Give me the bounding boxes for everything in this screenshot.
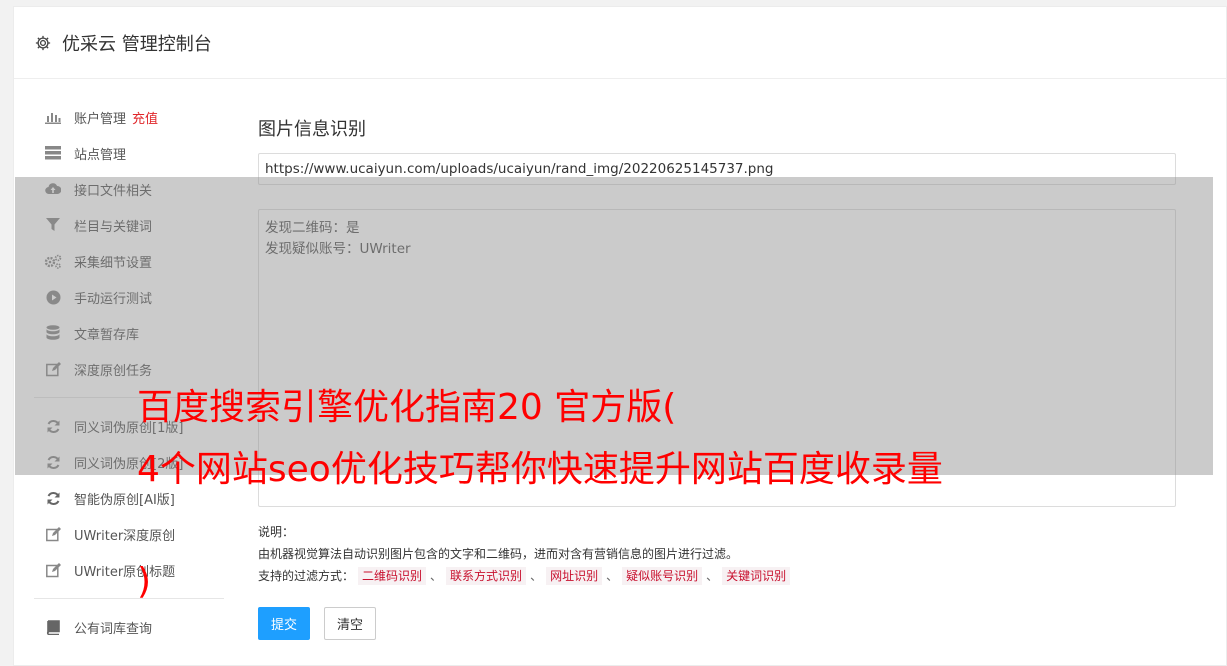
banner-line-2: 4个网站seo优化技巧帮你快速提升网站百度收录量 [137, 449, 943, 490]
section-title: 图片信息识别 [258, 119, 366, 140]
notes: 说明： 由机器视觉算法自动识别图片包含的文字和二维码，进而对含有营销信息的图片进… [258, 521, 1178, 587]
banner-line-3: ) [137, 561, 152, 602]
filter-tag-contact: 联系方式识别 [446, 567, 527, 585]
sidebar-item-account[interactable]: 账户管理 充值 [14, 99, 224, 135]
sidebar-divider [34, 598, 224, 599]
recharge-link[interactable]: 充值 [132, 108, 158, 127]
separator: 、 [530, 569, 543, 583]
filter-prefix: 支持的过滤方式： [258, 569, 355, 583]
header: 优采云 管理控制台 [14, 7, 1226, 79]
sidebar-item-public-lexicon[interactable]: 公有词库查询 [14, 609, 224, 645]
separator: 、 [606, 569, 619, 583]
sidebar-item-label: 公有词库查询 [74, 621, 153, 637]
submit-button[interactable]: 提交 [258, 607, 311, 640]
sidebar-item-label: 站点管理 [74, 147, 127, 163]
notes-description: 由机器视觉算法自动识别图片包含的文字和二维码，进而对含有营销信息的图片进行过滤。 [258, 547, 739, 561]
filter-tag-url: 网址识别 [546, 567, 603, 585]
gear-icon [34, 34, 52, 52]
filter-tag-suspect-account: 疑似账号识别 [622, 567, 703, 585]
refresh-icon [44, 490, 62, 506]
bar-chart-icon [44, 109, 62, 125]
edit-icon [44, 526, 62, 542]
edit-icon [44, 562, 62, 578]
filter-methods: 支持的过滤方式： 二维码识别、联系方式识别、网址识别、疑似账号识别、关键词识别 [258, 565, 1178, 587]
filter-tag-keyword: 关键词识别 [722, 567, 791, 585]
notes-heading: 说明： [258, 525, 295, 539]
separator: 、 [430, 569, 443, 583]
sidebar-item-uwriter-deep[interactable]: UWriter深度原创 [14, 516, 224, 552]
sidebar-item-label: 账户管理 [74, 111, 127, 127]
server-icon [44, 145, 62, 161]
sidebar-item-sites[interactable]: 站点管理 [14, 135, 224, 171]
filter-tag-qrcode: 二维码识别 [358, 567, 427, 585]
separator: 、 [706, 569, 719, 583]
action-buttons: 提交 清空 [258, 607, 1178, 640]
banner-line-1: 百度搜索引擎优化指南20 官方版( [137, 387, 677, 428]
gray-overlay [15, 177, 1213, 475]
page-title: 优采云 管理控制台 [62, 33, 212, 55]
sidebar-item-label: UWriter深度原创 [74, 528, 176, 544]
sidebar-item-label: UWriter原创标题 [74, 564, 176, 580]
sidebar-item-uwriter-title[interactable]: UWriter原创标题 [14, 552, 224, 588]
clear-button[interactable]: 清空 [324, 607, 377, 640]
book-icon [44, 619, 62, 635]
